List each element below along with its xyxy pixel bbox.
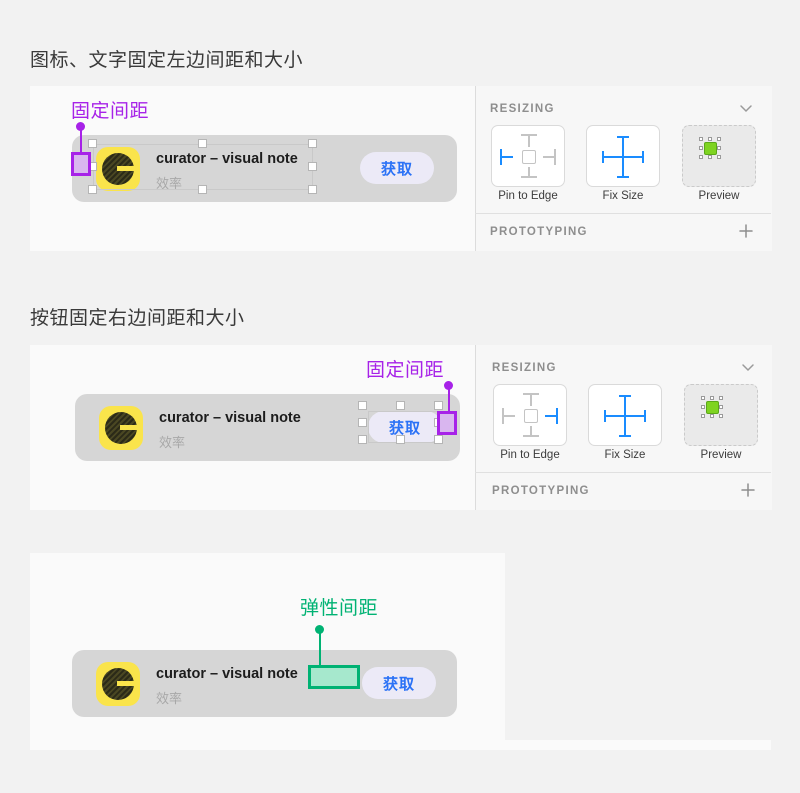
curator-app-icon (96, 662, 140, 706)
selection-handle[interactable] (434, 435, 443, 444)
get-button[interactable]: 获取 (360, 152, 434, 184)
section-heading-fixed-right: 按钮固定右边间距和大小 (30, 308, 245, 329)
app-title: curator – visual note (159, 410, 301, 426)
annotation-label-fixed-spacing-2: 固定间距 (366, 360, 445, 381)
section-heading-fixed-left: 图标、文字固定左边间距和大小 (30, 50, 304, 71)
selection-handle[interactable] (396, 401, 405, 410)
app-row-card-3: curator – visual note 效率 获取 (72, 650, 457, 717)
preview-tile-1[interactable] (682, 125, 756, 187)
preview-label-2: Preview (700, 449, 742, 461)
prototyping-section-title: PROTOTYPING (492, 485, 590, 497)
chevron-down-icon[interactable] (739, 101, 753, 115)
fix-size-label-2: Fix Size (604, 449, 646, 461)
pin-to-edge-tile-1[interactable] (491, 125, 565, 187)
inspector-divider-2 (475, 472, 771, 473)
annotation-spacing-marker-2 (437, 411, 457, 435)
selection-handle[interactable] (358, 435, 367, 444)
app-subtitle: 效率 (159, 435, 186, 450)
fix-size-label-1: Fix Size (602, 190, 644, 202)
selection-handle[interactable] (434, 401, 443, 410)
annotation-label-fixed-spacing-1: 固定间距 (71, 101, 150, 122)
selection-handle[interactable] (308, 139, 317, 148)
selection-handle[interactable] (358, 401, 367, 410)
prototyping-section-title: PROTOTYPING (490, 226, 588, 238)
selection-handle[interactable] (88, 185, 97, 194)
preview-label-1: Preview (698, 190, 740, 202)
selection-handle[interactable] (308, 185, 317, 194)
annotation-spacing-marker-3 (308, 665, 360, 689)
pin-to-edge-tile-2[interactable] (493, 384, 567, 446)
selection-handle[interactable] (308, 162, 317, 171)
inspector-divider-1 (475, 213, 771, 214)
annotation-spacing-marker-1 (71, 152, 91, 176)
fix-size-tile-1[interactable] (586, 125, 660, 187)
canvas-panel-3-extension (57, 740, 771, 750)
annotation-leader-line (447, 387, 450, 411)
annotation-label-flexible-spacing: 弹性间距 (300, 598, 379, 619)
pin-to-edge-label-1: Pin to Edge (498, 190, 558, 202)
curator-app-icon (99, 406, 143, 450)
plus-icon[interactable] (740, 482, 756, 498)
selection-handle[interactable] (198, 139, 207, 148)
app-subtitle: 效率 (156, 691, 183, 706)
app-title: curator – visual note (156, 666, 298, 682)
resizing-section-title: RESIZING (492, 362, 557, 374)
preview-tile-2[interactable] (684, 384, 758, 446)
pin-to-edge-label-2: Pin to Edge (500, 449, 560, 461)
annotation-leader-line (79, 128, 82, 152)
plus-icon[interactable] (738, 223, 754, 239)
selection-box-1 (93, 144, 313, 190)
selection-handle[interactable] (358, 418, 367, 427)
fix-size-tile-2[interactable] (588, 384, 662, 446)
chevron-down-icon[interactable] (741, 360, 755, 374)
selection-box-2 (368, 411, 442, 443)
selection-handle[interactable] (396, 435, 405, 444)
annotation-leader-line (318, 631, 321, 665)
selection-handle[interactable] (198, 185, 207, 194)
get-button[interactable]: 获取 (362, 667, 436, 699)
selection-handle[interactable] (88, 139, 97, 148)
resizing-section-title: RESIZING (490, 103, 555, 115)
